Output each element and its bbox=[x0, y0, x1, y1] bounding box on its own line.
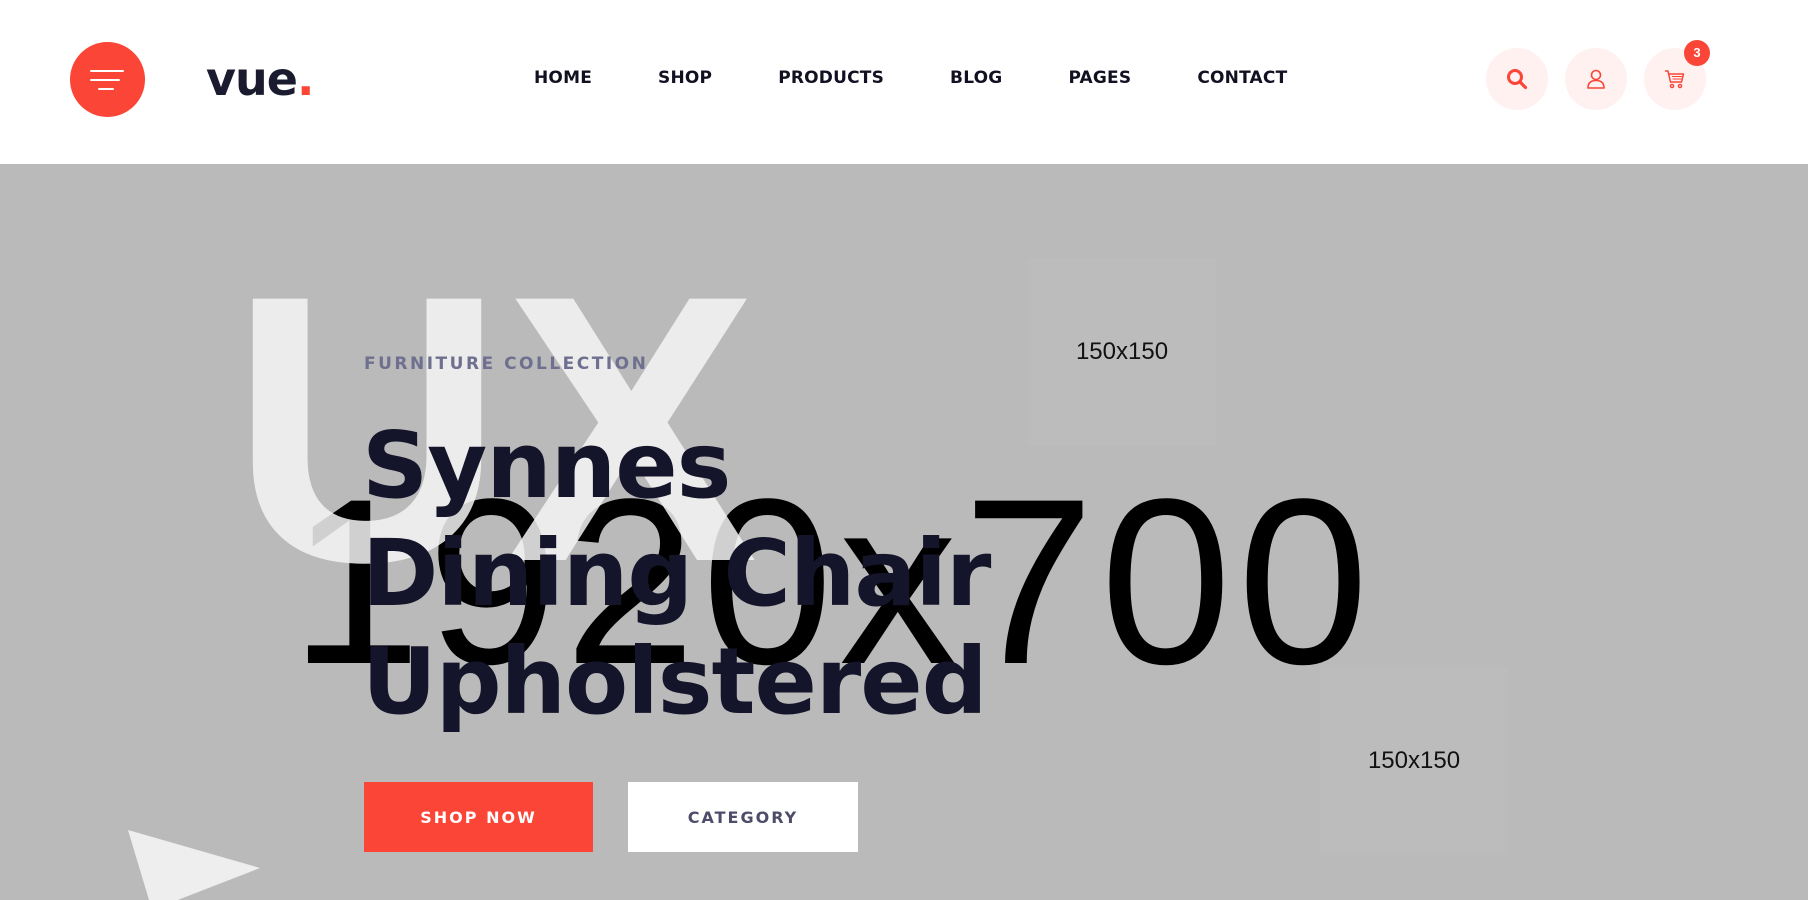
placeholder-image-small: 150x150 bbox=[1028, 258, 1216, 446]
hero-title-line: Synnes bbox=[362, 412, 731, 519]
search-icon bbox=[1507, 69, 1528, 90]
hamburger-line bbox=[98, 88, 114, 90]
site-header: vue. HOME SHOP PRODUCTS BLOG PAGES CONTA… bbox=[0, 0, 1808, 164]
nav-item-shop[interactable]: SHOP bbox=[658, 68, 712, 88]
hero-banner: 150x150 150x150 1920x700 UX FURNITURE CO… bbox=[0, 164, 1808, 900]
main-nav: HOME SHOP PRODUCTS BLOG PAGES CONTACT bbox=[534, 68, 1287, 88]
hero-eyebrow: FURNITURE COLLECTION bbox=[364, 354, 649, 374]
shop-now-button[interactable]: SHOP NOW bbox=[364, 782, 593, 852]
account-button[interactable] bbox=[1565, 48, 1627, 110]
logo-text: vue bbox=[206, 52, 298, 106]
nav-item-blog[interactable]: BLOG bbox=[950, 68, 1002, 88]
logo-dot: . bbox=[296, 52, 315, 106]
cart-icon bbox=[1665, 70, 1685, 89]
user-icon bbox=[1587, 69, 1605, 89]
hamburger-line bbox=[90, 70, 124, 72]
search-button[interactable] bbox=[1486, 48, 1548, 110]
nav-item-contact[interactable]: CONTACT bbox=[1197, 68, 1287, 88]
nav-item-pages[interactable]: PAGES bbox=[1068, 68, 1131, 88]
nav-item-products[interactable]: PRODUCTS bbox=[778, 68, 884, 88]
hero-title: Synnes Dining Chair Upholstered bbox=[362, 412, 991, 736]
hero-title-line: Dining Chair bbox=[362, 520, 991, 627]
category-button[interactable]: CATEGORY bbox=[628, 782, 858, 852]
nav-item-home[interactable]: HOME bbox=[534, 68, 592, 88]
site-logo[interactable]: vue. bbox=[206, 52, 315, 106]
menu-toggle-button[interactable] bbox=[70, 42, 145, 117]
hamburger-line bbox=[90, 79, 120, 81]
hero-title-line: Upholstered bbox=[362, 628, 988, 735]
cart-count-badge: 3 bbox=[1684, 40, 1710, 66]
decorative-triangle-shape bbox=[128, 830, 260, 900]
